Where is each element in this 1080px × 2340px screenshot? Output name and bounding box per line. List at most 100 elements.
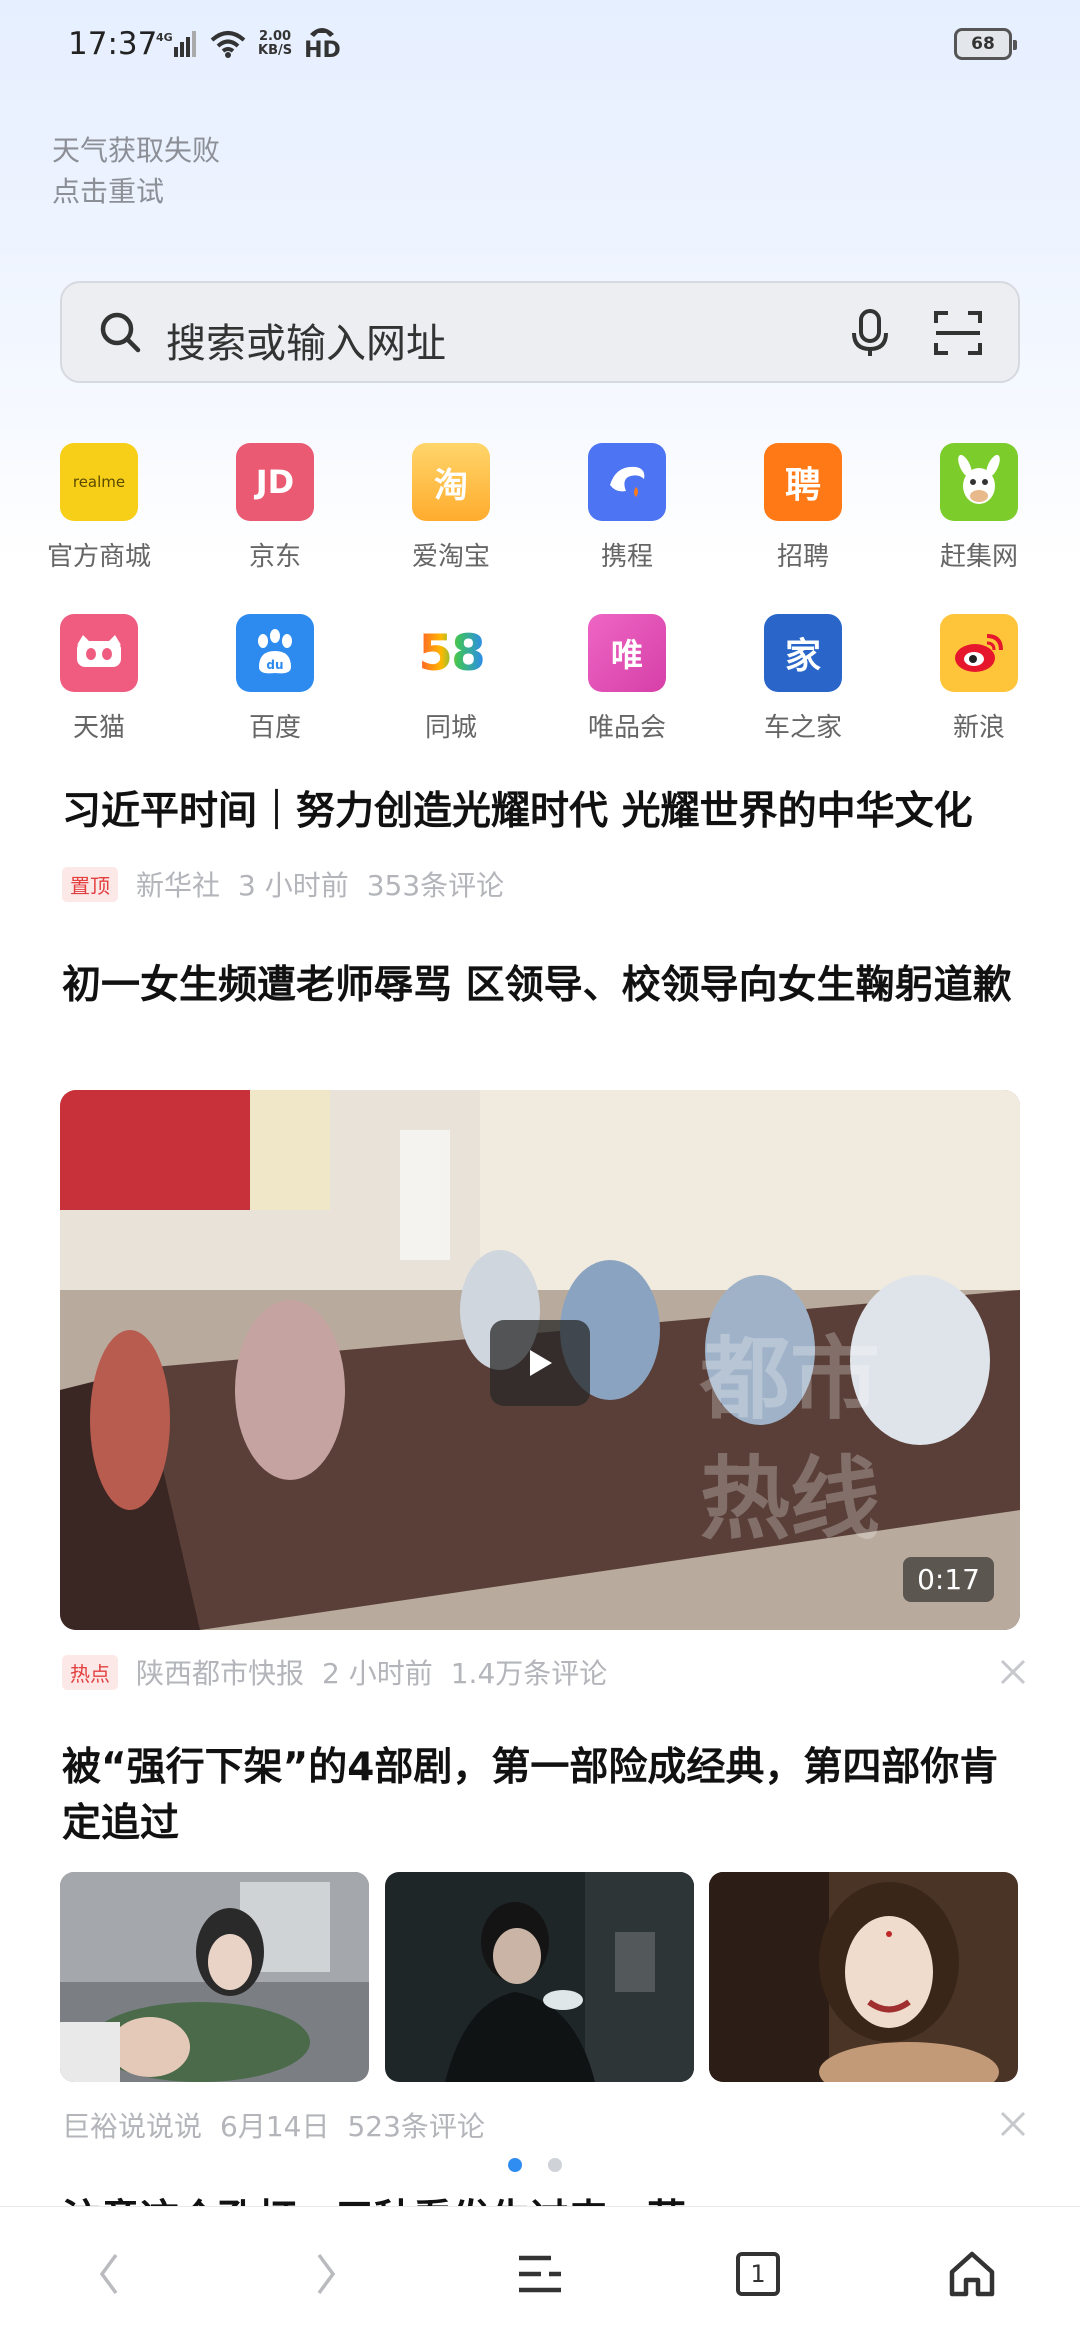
realme-icon: realme: [60, 443, 138, 521]
svg-text:都市: 都市: [699, 1327, 880, 1432]
jd-icon-text: JD: [255, 463, 295, 501]
news-title[interactable]: 初一女生频遭老师辱骂 区领导、校领导向女生鞠躬道歉: [62, 958, 1022, 1014]
jd-icon: JD: [236, 443, 314, 521]
shortcut-official-store[interactable]: realme 官方商城: [11, 443, 187, 593]
weibo-eye-icon: [955, 634, 1003, 672]
dismiss-icon[interactable]: [996, 2107, 1030, 2141]
forward-button[interactable]: [290, 2239, 360, 2309]
tabs-icon: 1: [736, 2252, 780, 2296]
network-speed: 2.00 KB/S: [258, 30, 292, 58]
paw-icon: du: [258, 629, 292, 674]
shortcut-label: 车之家: [763, 713, 842, 743]
shortcut-label: 赶集网: [939, 542, 1018, 572]
svg-text:热线: 热线: [700, 1447, 880, 1552]
shortcut-label: 携程: [600, 542, 653, 572]
58-icon: 58: [412, 614, 490, 692]
page-dot: [548, 2158, 562, 2172]
home-icon: [949, 2251, 995, 2297]
shortcut-label: 官方商城: [46, 542, 151, 572]
speed-unit: KB/S: [258, 43, 293, 58]
shortcut-label: 新浪: [952, 713, 1005, 743]
zhaopin-icon: 聘: [764, 443, 842, 521]
news-image[interactable]: [385, 1872, 694, 2082]
status-bar: 17:37 4G 2.00 KB/S HD 68: [0, 0, 1080, 92]
news-meta: 置顶 新华社 3 小时前 353条评论: [62, 864, 504, 904]
news-image[interactable]: [709, 1872, 1018, 2082]
microphone-icon[interactable]: [842, 305, 898, 361]
shortcut-label: 天猫: [72, 713, 125, 743]
shortcut-label: 爱淘宝: [411, 542, 490, 572]
weather-widget[interactable]: 天气获取失败 点击重试: [52, 130, 220, 212]
shortcut-zhaopin[interactable]: 聘 招聘: [715, 443, 891, 593]
network-type: 4G: [156, 31, 173, 44]
sina-icon: [940, 614, 1018, 692]
page-dot-active: [508, 2158, 522, 2172]
shortcut-baidu[interactable]: du 百度: [187, 614, 363, 764]
baidu-icon-text: du: [266, 658, 283, 672]
news-comments: 523条评论: [347, 2110, 485, 2143]
dismiss-icon[interactable]: [996, 1655, 1030, 1689]
zhaopin-icon-text: 聘: [784, 465, 821, 506]
status-time: 17:37: [68, 26, 158, 62]
news-time: 3 小时前: [238, 869, 349, 902]
play-icon: [530, 1350, 552, 1376]
shortcut-label: 同城: [424, 713, 477, 743]
shortcut-vip[interactable]: 唯 唯品会: [539, 614, 715, 764]
shortcut-ctrip[interactable]: 携程: [539, 443, 715, 593]
news-source: 巨裕说说说: [62, 2110, 203, 2143]
wifi-icon: [210, 31, 246, 58]
news-comments: 1.4万条评论: [450, 1657, 608, 1690]
shortcut-label: 唯品会: [587, 713, 666, 743]
shortcut-ganji[interactable]: 赶集网: [891, 443, 1067, 593]
news-image-3: [709, 1872, 1018, 2082]
donkey-icon: [958, 454, 1000, 504]
autohome-icon: 家: [764, 614, 842, 692]
shortcut-jd[interactable]: JD 京东: [187, 443, 363, 593]
battery-indicator: 68: [954, 28, 1017, 60]
news-image-2: [385, 1872, 694, 2082]
menu-button[interactable]: [505, 2239, 575, 2309]
search-bar[interactable]: 搜索或输入网址: [60, 281, 1020, 383]
hot-badge: 热点: [62, 1654, 118, 1690]
news-meta: 热点 陕西都市快报 2 小时前 1.4万条评论: [62, 1652, 607, 1692]
weather-status: 天气获取失败: [52, 134, 221, 167]
pagination-dots: [508, 2158, 562, 2172]
shortcut-tmall[interactable]: 天猫: [11, 614, 187, 764]
video-thumbnail[interactable]: 都市 热线 0:17: [60, 1090, 1020, 1630]
back-button[interactable]: [75, 2239, 145, 2309]
58-icon-text: 58: [418, 624, 486, 682]
video-duration: 0:17: [903, 1557, 994, 1602]
vip-icon-text: 唯: [610, 636, 643, 674]
news-source: 新华社: [136, 869, 221, 902]
news-image-1: [60, 1872, 369, 2082]
signal-icon: 4G: [156, 31, 196, 57]
scan-icon[interactable]: [932, 307, 984, 359]
shortcut-label: 招聘: [776, 542, 829, 572]
shortcut-autohome[interactable]: 家 车之家: [715, 614, 891, 764]
realme-icon-text: realme: [72, 473, 126, 491]
home-button[interactable]: [937, 2239, 1007, 2309]
autohome-icon-text: 家: [784, 636, 821, 677]
shortcut-taobao[interactable]: 淘 爱淘宝: [363, 443, 539, 593]
news-title[interactable]: 习近平时间｜努力创造光耀时代 光耀世界的中华文化: [62, 784, 1022, 840]
shortcut-label: 百度: [248, 713, 301, 743]
search-icon: [100, 312, 141, 353]
tmall-icon: [60, 614, 138, 692]
shortcut-label: 京东: [248, 542, 301, 572]
news-image[interactable]: [60, 1872, 369, 2082]
taobao-icon: 淘: [412, 443, 490, 521]
menu-icon: [519, 2255, 561, 2293]
chevron-right-icon: [317, 2253, 336, 2295]
weather-retry[interactable]: 点击重试: [52, 171, 220, 212]
news-title[interactable]: 被“强行下架”的4部剧，第一部险成经典，第四部你肯定追过: [62, 1740, 1022, 1852]
play-button[interactable]: [490, 1320, 590, 1406]
shortcut-58[interactable]: 58 同城: [363, 614, 539, 764]
ctrip-icon: [588, 443, 666, 521]
tabs-button[interactable]: 1: [723, 2239, 793, 2309]
search-input[interactable]: 搜索或输入网址: [166, 311, 446, 369]
vip-icon: 唯: [588, 614, 666, 692]
shortcut-sina[interactable]: 新浪: [891, 614, 1067, 764]
news-meta: 巨裕说说说 6月14日 523条评论: [62, 2105, 485, 2145]
news-time: 6月14日: [220, 2110, 330, 2143]
dolphin-icon: [610, 466, 645, 497]
